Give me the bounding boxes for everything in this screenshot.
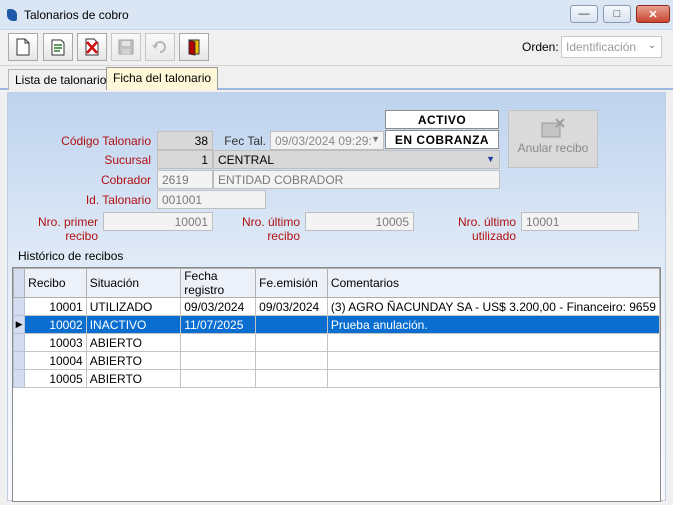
fecha-registro-cell: 09/03/2024 (180, 297, 257, 316)
cobrador-name-field[interactable]: ENTIDAD COBRADOR (213, 170, 500, 189)
fecha-registro-cell (180, 351, 257, 370)
window-title: Talonarios de cobro (24, 8, 129, 22)
table-row-selected[interactable]: ▶ 10002 INACTIVO 11/07/2025 Prueba anula… (12, 315, 661, 334)
row-indicator (12, 369, 26, 388)
situacion-cell: UTILIZADO (85, 297, 182, 316)
nro-primer-recibo-label: Nro. primer recibo (37, 215, 98, 243)
minimize-button[interactable]: — (570, 5, 598, 23)
fec-tal-label: Fec Tal. (224, 134, 266, 148)
situacion-cell: INACTIVO (85, 315, 182, 334)
historico-recibos-grid[interactable]: Recibo Situación Fecha registro Fe.emisi… (12, 267, 661, 502)
table-row[interactable]: 10003 ABIERTO (12, 333, 661, 352)
sucursal-label: Sucursal (104, 153, 151, 167)
cobrador-code-field[interactable]: 2619 (157, 170, 213, 189)
situacion-cell: ABIERTO (85, 333, 182, 352)
fe-emision-cell (255, 351, 328, 370)
new-document-icon (16, 38, 30, 56)
nro-primer-recibo-field[interactable]: 10001 (103, 212, 213, 231)
new-button[interactable] (8, 33, 38, 61)
table-row[interactable]: 10001 UTILIZADO 09/03/2024 09/03/2024 (3… (12, 297, 661, 316)
comentarios-cell (326, 333, 661, 352)
codigo-talonario-label: Código Talonario (61, 134, 151, 148)
orden-value: Identificación (566, 40, 637, 54)
delete-button[interactable] (77, 33, 107, 61)
fe-emision-cell (255, 369, 328, 388)
situacion-cell: ABIERTO (85, 351, 182, 370)
situacion-cell: ABIERTO (85, 369, 182, 388)
cobrador-label: Cobrador (100, 173, 151, 187)
save-disk-icon (118, 39, 134, 55)
sucursal-name: CENTRAL (218, 153, 275, 167)
fe-emision-cell (255, 315, 328, 334)
comentarios-cell: (3) AGRO ÑACUNDAY SA - US$ 3.200,00 - Fi… (326, 297, 661, 316)
row-indicator (12, 333, 26, 352)
sucursal-select[interactable]: CENTRAL ▼ (213, 150, 500, 169)
sucursal-code-field[interactable]: 1 (157, 150, 213, 169)
row-indicator (12, 297, 26, 316)
chevron-down-icon: ▼ (486, 154, 495, 164)
anular-recibo-label: Anular recibo (517, 141, 589, 155)
col-fe-emision-header[interactable]: Fe.emisión (255, 268, 328, 298)
status-cobranza-badge: EN COBRANZA (385, 130, 499, 149)
recibo-cell: 10003 (24, 333, 87, 352)
fec-tal-field[interactable]: 09/03/2024 09:29: ▼ (270, 131, 384, 150)
recibo-cell: 10005 (24, 369, 87, 388)
app-icon (7, 9, 17, 21)
fecha-registro-cell (180, 369, 257, 388)
recibos-table: Recibo Situación Fecha registro Fe.emisi… (12, 268, 661, 388)
nro-ultimo-recibo-field[interactable]: 10005 (305, 212, 414, 231)
table-row[interactable]: 10004 ABIERTO (12, 351, 661, 370)
col-fecha-registro-header[interactable]: Fecha registro (180, 268, 257, 298)
anular-recibo-button[interactable]: Anular recibo (508, 110, 598, 168)
tab-ficha-talonario[interactable]: Ficha del talonario (106, 67, 219, 90)
status-activo-badge: ACTIVO (385, 110, 499, 129)
recibo-cell: 10002 (24, 315, 87, 334)
id-talonario-label: Id. Talonario (85, 193, 151, 207)
col-comentarios-header[interactable]: Comentarios (326, 268, 661, 298)
undo-button[interactable] (145, 33, 175, 61)
col-recibo-header[interactable]: Recibo (24, 268, 87, 298)
chevron-down-icon: ▼ (371, 134, 380, 144)
tab-lista-talonarios[interactable]: Lista de talonarios (8, 69, 120, 90)
fe-emision-cell (255, 333, 328, 352)
fecha-registro-cell (180, 333, 257, 352)
orden-select[interactable]: Identificación ⌄ (561, 36, 662, 58)
edit-button[interactable] (43, 33, 73, 61)
title-bar: Talonarios de cobro — □ ✕ (0, 0, 673, 30)
id-talonario-field[interactable]: 001001 (157, 190, 266, 209)
recibo-cell: 10004 (24, 351, 87, 370)
undo-icon (152, 41, 166, 53)
fecha-registro-cell: 11/07/2025 (180, 315, 257, 334)
comentarios-cell: Prueba anulación. (326, 315, 661, 334)
delete-document-icon (85, 38, 99, 56)
toolbar: Orden: Identificación ⌄ (0, 30, 673, 66)
row-indicator (12, 351, 26, 370)
historico-recibos-label: Histórico de recibos (18, 249, 124, 263)
nro-ultimo-recibo-label: Nro. último recibo (241, 215, 300, 243)
maximize-button[interactable]: □ (603, 5, 631, 23)
edit-document-icon (51, 39, 65, 56)
recibo-cell: 10001 (24, 297, 87, 316)
nro-ultimo-utilizado-label: Nro. último utilizado (457, 215, 516, 243)
close-button[interactable]: ✕ (636, 5, 670, 23)
exit-door-icon (188, 39, 200, 56)
tab-bar: Lista de talonarios Ficha del talonario (0, 67, 673, 90)
row-indicator-header (12, 268, 26, 298)
chevron-down-icon: ⌄ (647, 40, 657, 51)
comentarios-cell (326, 351, 661, 370)
cancel-receipt-icon (541, 118, 565, 138)
fec-tal-value: 09/03/2024 09:29: (275, 134, 372, 148)
codigo-talonario-field[interactable]: 38 (157, 131, 213, 150)
save-button[interactable] (111, 33, 141, 61)
comentarios-cell (326, 369, 661, 388)
row-pointer-icon: ▶ (12, 315, 26, 334)
col-situacion-header[interactable]: Situación (85, 268, 182, 298)
orden-label: Orden: (522, 40, 559, 54)
table-header-row: Recibo Situación Fecha registro Fe.emisi… (12, 268, 661, 298)
nro-ultimo-utilizado-field[interactable]: 10001 (521, 212, 639, 231)
exit-button[interactable] (179, 33, 209, 61)
table-row[interactable]: 10005 ABIERTO (12, 369, 661, 388)
fe-emision-cell: 09/03/2024 (255, 297, 328, 316)
